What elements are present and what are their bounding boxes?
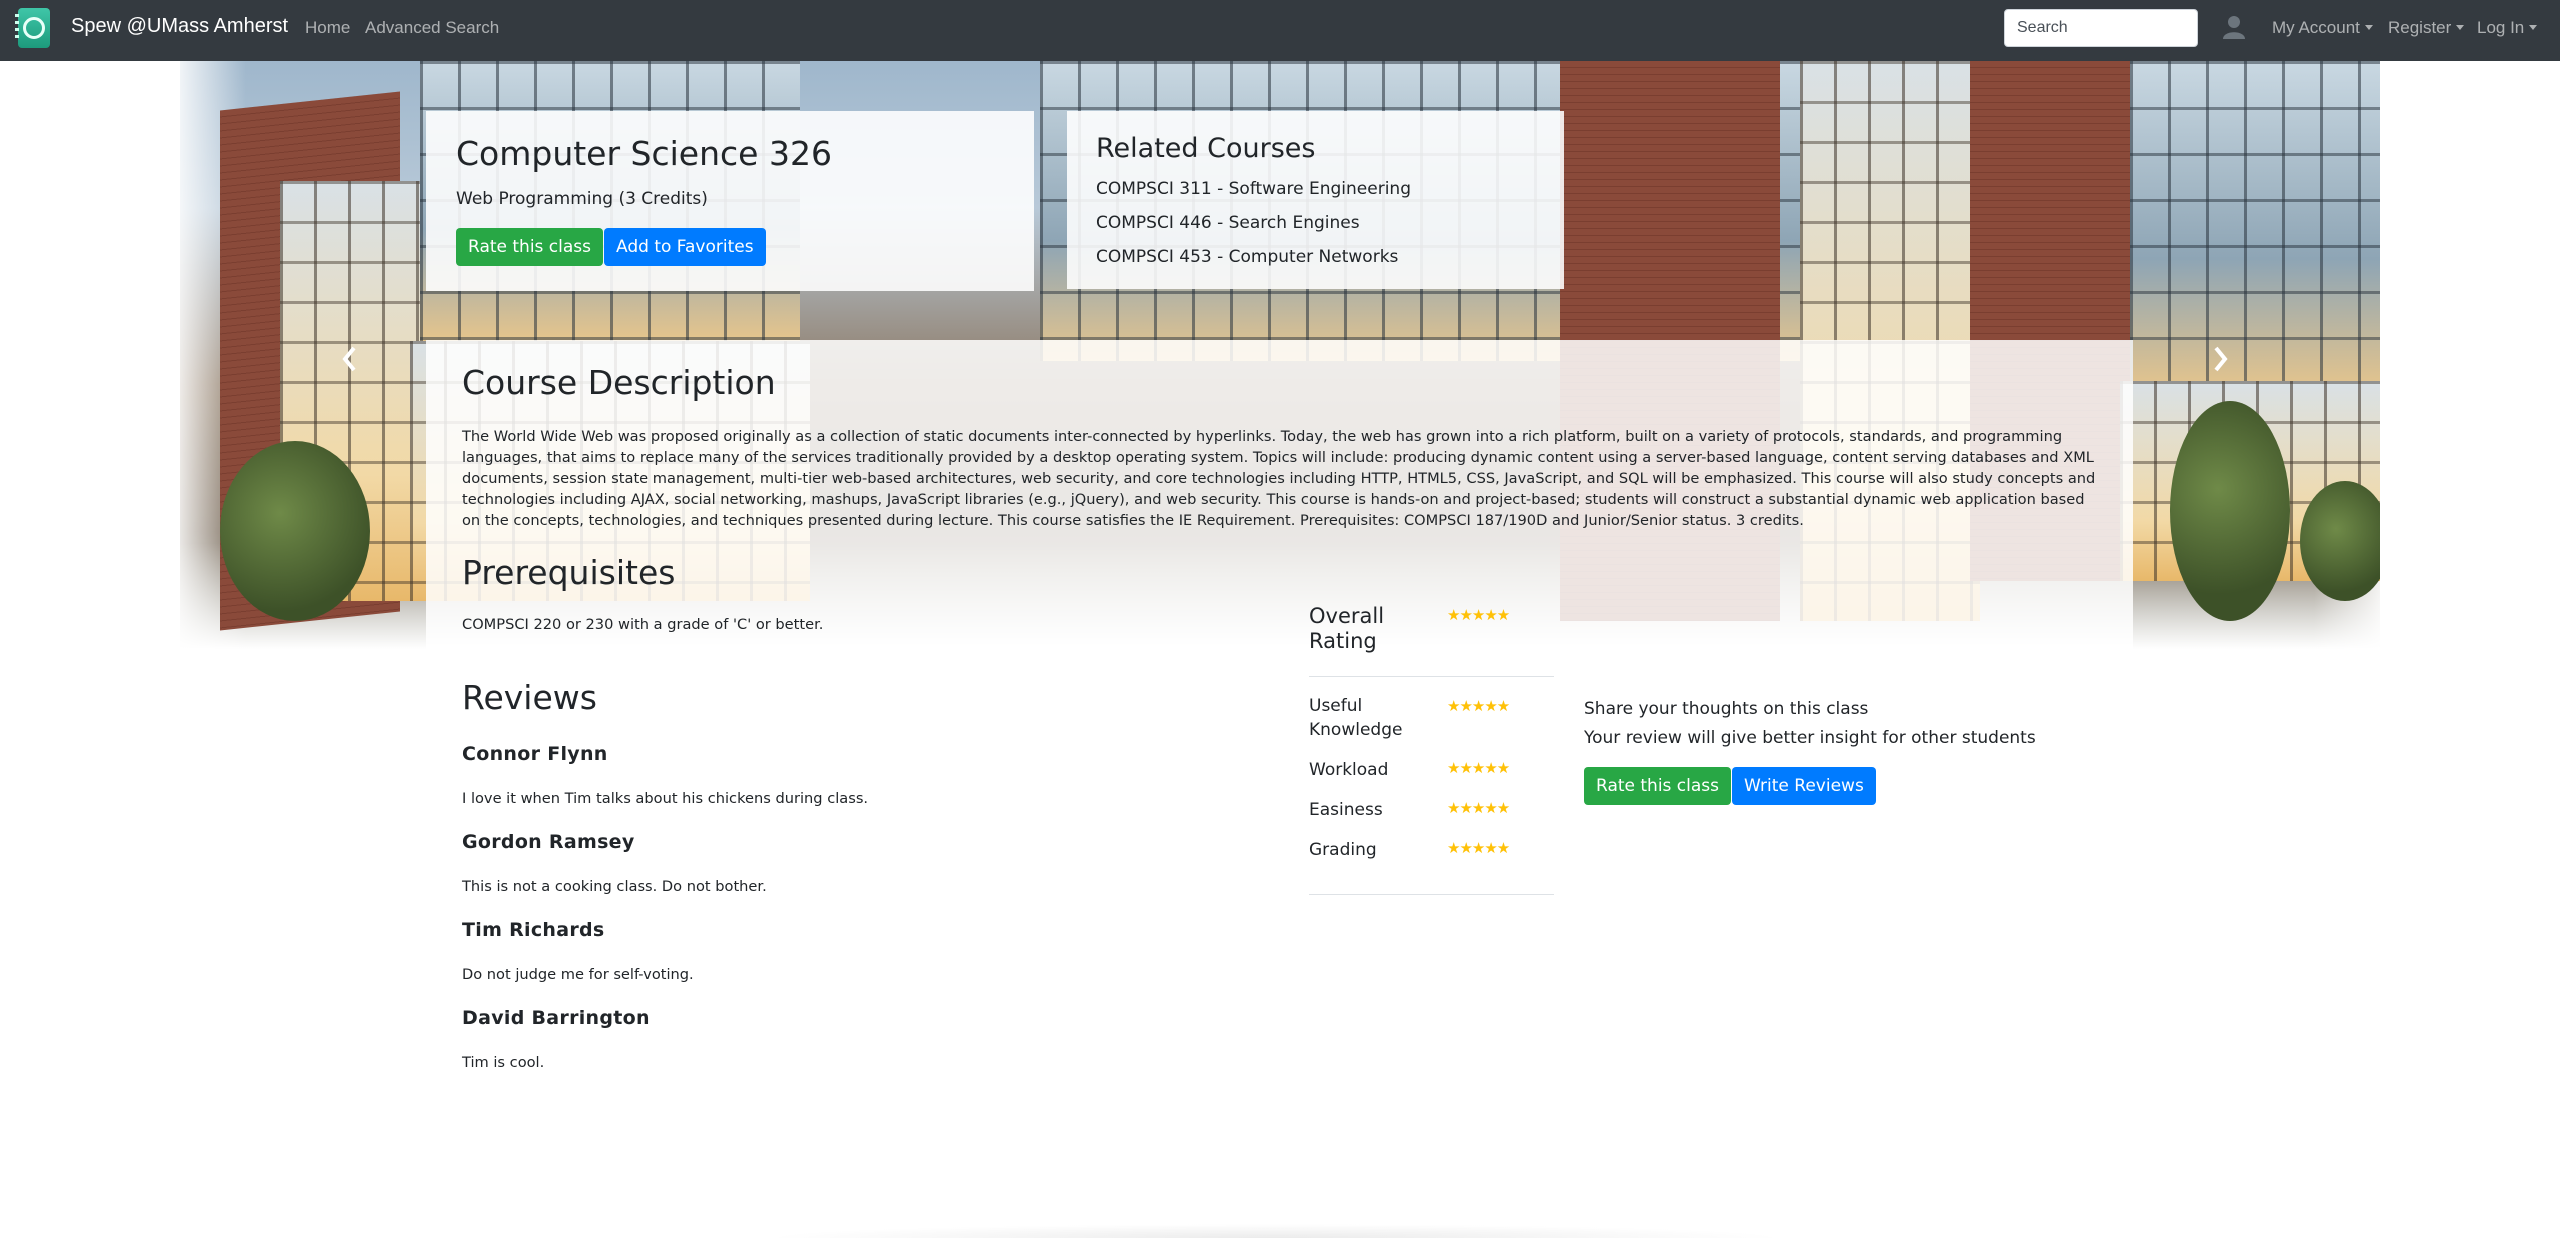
useful-knowledge-label: Useful Knowledge xyxy=(1309,696,1403,740)
reviewer-name: Gordon Ramsey xyxy=(462,831,635,853)
rating-divider xyxy=(1309,894,1554,895)
write-reviews-button[interactable]: Write Reviews xyxy=(1732,767,1876,805)
review-text: Tim is cool. xyxy=(462,1054,545,1071)
related-course-link[interactable]: COMPSCI 453 - Computer Networks xyxy=(1096,247,1398,267)
rate-class-button-secondary[interactable]: Rate this class xyxy=(1584,767,1732,805)
related-course-link[interactable]: COMPSCI 311 - Software Engineering xyxy=(1096,179,1411,199)
overall-rating-stars: ★★★★★ xyxy=(1447,606,1510,624)
related-course-link[interactable]: COMPSCI 446 - Search Engines xyxy=(1096,213,1360,233)
reviews-heading: Reviews xyxy=(462,678,597,717)
nav-advanced-search-link[interactable]: Advanced Search xyxy=(365,18,499,38)
overall-rating-label: Overall Rating xyxy=(1309,604,1385,653)
share-prompt: Share your thoughts on this class xyxy=(1584,699,1869,719)
workload-stars: ★★★★★ xyxy=(1447,759,1510,777)
easiness-label: Easiness xyxy=(1309,800,1383,820)
prerequisites-heading: Prerequisites xyxy=(462,553,676,592)
user-icon[interactable] xyxy=(2222,14,2246,40)
course-description-text: The World Wide Web was proposed original… xyxy=(462,428,2096,529)
login-dropdown[interactable]: Log In xyxy=(2477,18,2537,38)
brand-logo-icon[interactable] xyxy=(15,8,50,48)
prerequisites-text: COMPSCI 220 or 230 with a grade of 'C' o… xyxy=(462,616,824,633)
review-text: This is not a cooking class. Do not both… xyxy=(462,878,767,895)
course-title: Computer Science 326 xyxy=(456,134,832,173)
carousel-prev-icon[interactable] xyxy=(340,345,360,373)
grading-label: Grading xyxy=(1309,840,1377,860)
add-to-favorites-button[interactable]: Add to Favorites xyxy=(604,228,766,266)
review-text: I love it when Tim talks about his chick… xyxy=(462,790,869,807)
footer-shadow xyxy=(760,1224,1790,1238)
grading-stars: ★★★★★ xyxy=(1447,839,1510,857)
search-input[interactable] xyxy=(2004,9,2198,47)
reviewer-name: David Barrington xyxy=(462,1007,650,1029)
review-text: Do not judge me for self-voting. xyxy=(462,966,694,983)
carousel-next-icon[interactable] xyxy=(2210,345,2230,373)
reviewer-name: Connor Flynn xyxy=(462,743,608,765)
easiness-stars: ★★★★★ xyxy=(1447,799,1510,817)
reviewer-name: Tim Richards xyxy=(462,919,605,941)
rating-divider xyxy=(1309,676,1554,677)
related-courses-heading: Related Courses xyxy=(1096,133,1316,164)
my-account-dropdown[interactable]: My Account xyxy=(2272,18,2373,38)
course-description-heading: Course Description xyxy=(462,363,776,402)
register-dropdown[interactable]: Register xyxy=(2388,18,2464,38)
brand-name[interactable]: Spew @UMass Amherst xyxy=(71,15,288,38)
nav-home-link[interactable]: Home xyxy=(305,18,350,38)
useful-knowledge-stars: ★★★★★ xyxy=(1447,697,1510,715)
course-subtitle: Web Programming (3 Credits) xyxy=(456,189,708,209)
workload-label: Workload xyxy=(1309,760,1389,780)
rate-class-button[interactable]: Rate this class xyxy=(456,228,604,266)
share-subtext: Your review will give better insight for… xyxy=(1584,728,2036,748)
navbar: Spew @UMass Amherst Home Advanced Search… xyxy=(0,0,2560,61)
